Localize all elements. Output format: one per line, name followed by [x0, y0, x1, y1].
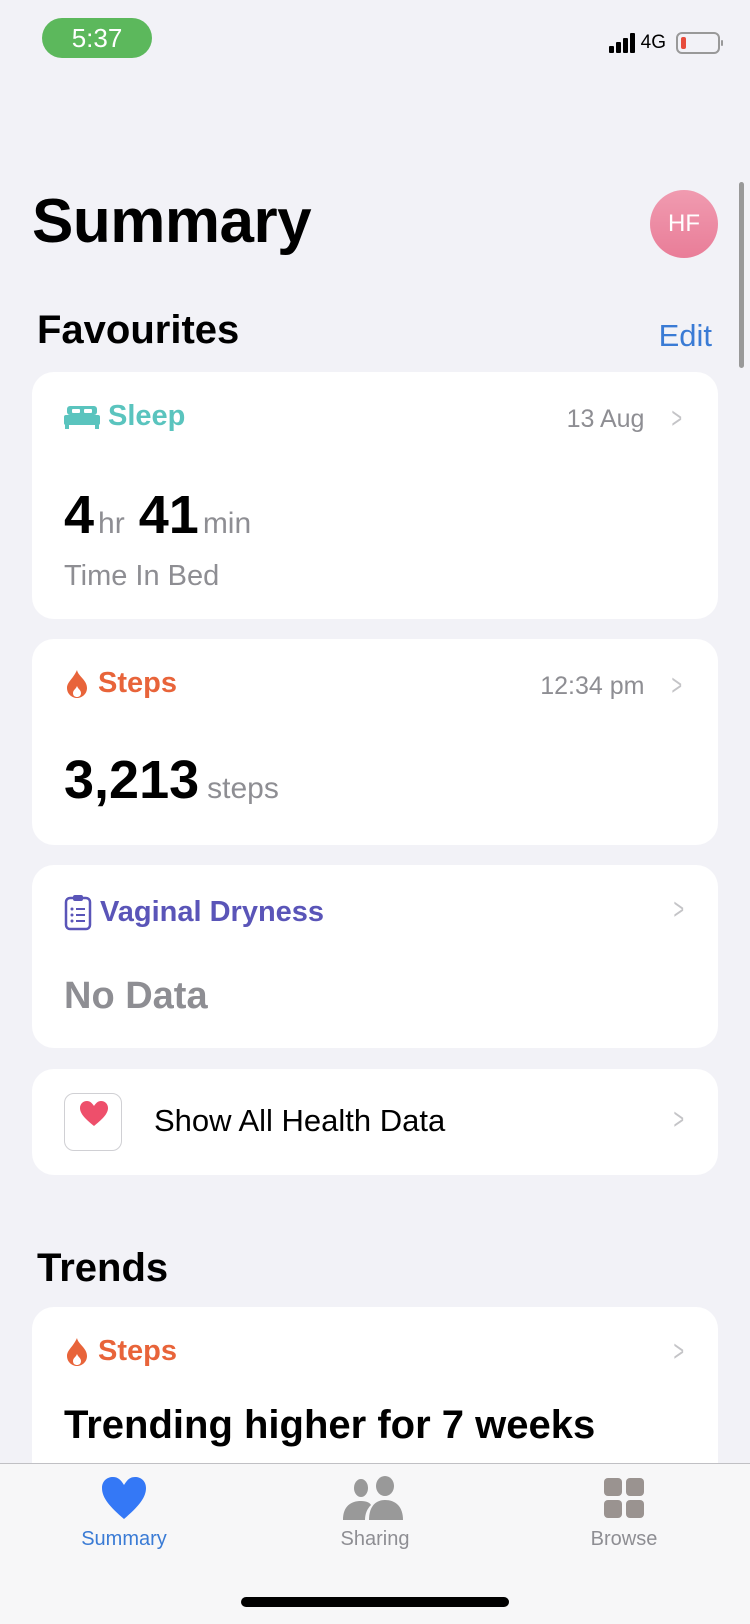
steps-unit: steps — [207, 772, 279, 805]
steps-title: Steps — [98, 667, 177, 699]
no-data-label: No Data — [64, 975, 208, 1017]
tab-sharing-label: Sharing — [340, 1528, 410, 1550]
tab-sharing[interactable]: Sharing — [295, 1476, 455, 1551]
steps-card[interactable]: Steps 12:34 pm > 3,213 steps — [32, 639, 718, 845]
sleep-minutes: 41 — [138, 485, 199, 545]
battery-icon — [676, 32, 723, 54]
show-all-label: Show All Health Data — [154, 1103, 446, 1138]
sleep-sub-label: Time In Bed — [64, 560, 220, 592]
trend-text: Trending higher for 7 weeks — [64, 1403, 596, 1447]
heart-icon — [102, 1477, 146, 1519]
trends-heading: Trends — [37, 1246, 169, 1290]
steps-time: 12:34 pm — [540, 671, 645, 700]
minutes-unit: min — [202, 507, 252, 540]
status-time: 5:37 — [42, 18, 152, 58]
sleep-hours: 4 — [64, 485, 95, 545]
steps-value: 3,213 steps — [64, 749, 293, 811]
sleep-title: Sleep — [108, 400, 186, 432]
hours-unit: hr — [98, 507, 125, 540]
tab-browse-label: Browse — [590, 1528, 658, 1550]
chevron-right-icon: > — [671, 402, 683, 435]
chevron-right-icon: > — [673, 1103, 685, 1136]
vaginal-dryness-card[interactable]: Vaginal Dryness > No Data — [32, 865, 718, 1048]
chevron-right-icon: > — [673, 1335, 685, 1368]
people-icon — [343, 1476, 403, 1520]
tab-summary-label: Summary — [81, 1528, 167, 1550]
favourites-heading: Favourites — [37, 308, 240, 352]
sleep-value: 4 hr 41 min — [64, 484, 265, 546]
signal-icon — [608, 33, 635, 53]
steps-count: 3,213 — [64, 750, 200, 810]
avatar[interactable]: HF — [650, 190, 718, 258]
grid-icon — [604, 1478, 644, 1518]
flame-icon — [67, 669, 87, 698]
tab-browse[interactable]: Browse — [544, 1476, 704, 1551]
bed-icon — [64, 405, 100, 429]
chevron-right-icon: > — [673, 893, 685, 926]
flame-icon — [67, 1337, 87, 1366]
clipboard-icon — [64, 895, 92, 931]
page-title: Summary — [32, 187, 312, 256]
tab-summary[interactable]: Summary — [44, 1476, 204, 1551]
edit-button[interactable]: Edit — [659, 318, 712, 354]
network-type: 4G — [640, 32, 666, 53]
sleep-card[interactable]: Sleep 13 Aug > 4 hr 41 min Time In Bed — [32, 372, 718, 619]
show-all-health-data-button[interactable]: Show All Health Data > — [32, 1069, 718, 1175]
health-app-icon — [64, 1093, 122, 1151]
sleep-date: 13 Aug — [566, 404, 645, 433]
chevron-right-icon: > — [671, 669, 683, 702]
scrollbar[interactable] — [739, 182, 744, 368]
trend-steps-title: Steps — [98, 1335, 177, 1367]
status-indicators: 4G — [608, 32, 723, 54]
vaginal-dryness-title: Vaginal Dryness — [100, 895, 325, 928]
home-indicator[interactable] — [241, 1597, 509, 1607]
